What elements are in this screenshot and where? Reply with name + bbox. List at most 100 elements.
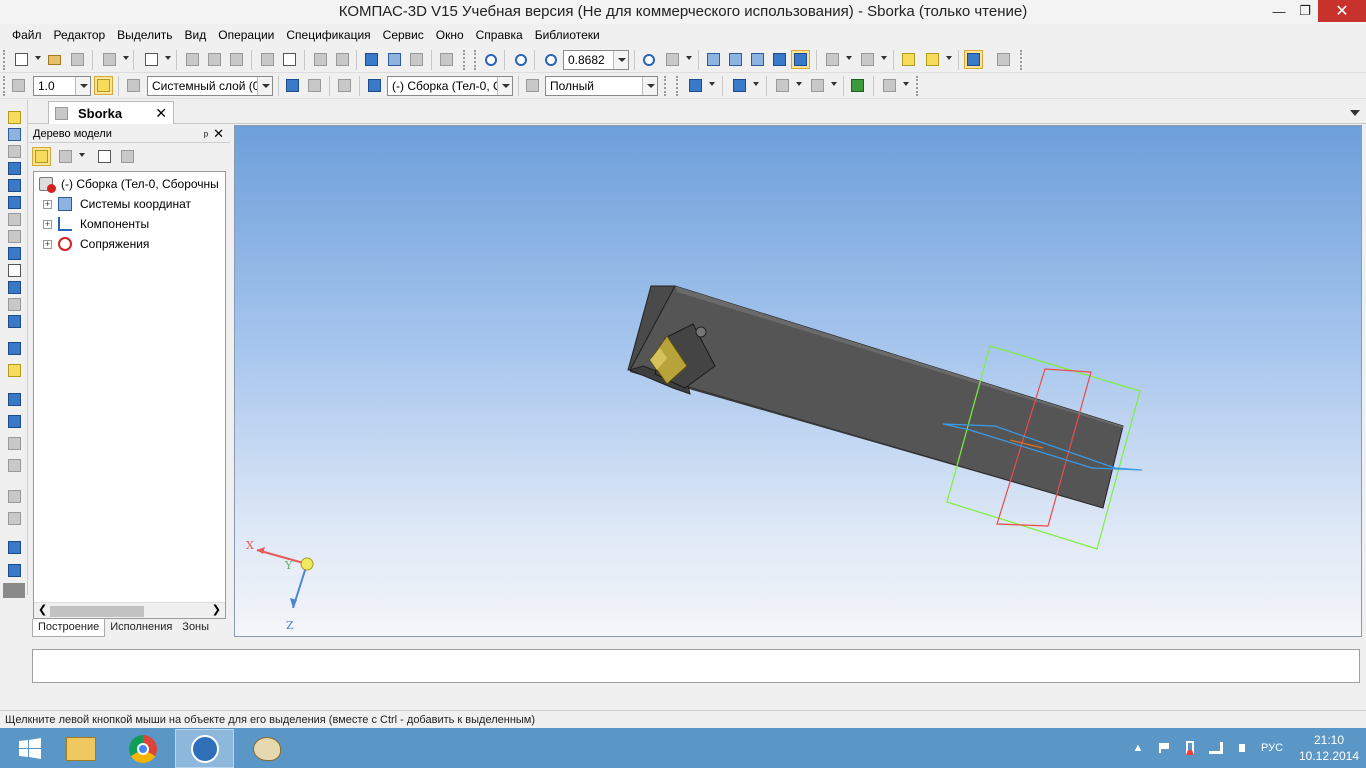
new-document-button[interactable] xyxy=(12,50,31,69)
rotate-button[interactable] xyxy=(639,50,658,69)
chevron-down-icon[interactable] xyxy=(709,82,715,86)
array-button[interactable] xyxy=(773,76,792,95)
tree-node-components[interactable]: + Компоненты xyxy=(43,215,149,233)
toolbar-grip[interactable] xyxy=(463,50,466,70)
show-hidden-icons-button[interactable]: ▲ xyxy=(1130,740,1146,756)
chevron-down-icon[interactable] xyxy=(613,51,628,69)
tree-options-button[interactable] xyxy=(95,147,114,166)
filter-button[interactable] xyxy=(823,50,842,69)
menu-view[interactable]: Вид xyxy=(179,28,213,42)
zoom-scale-button[interactable] xyxy=(541,50,560,69)
sheet-metal-tool[interactable] xyxy=(5,314,23,329)
model-viewport[interactable]: X Y Z xyxy=(234,125,1362,637)
toolbar-grip[interactable] xyxy=(3,50,6,70)
action-center-flag-icon[interactable] xyxy=(1156,740,1172,756)
scroll-left-arrow[interactable]: ❮ xyxy=(38,603,47,616)
layer-button[interactable] xyxy=(124,76,143,95)
zoom-tool[interactable] xyxy=(5,489,23,504)
cut-button[interactable] xyxy=(183,50,202,69)
annotation-button[interactable] xyxy=(880,76,899,95)
tree-node-mates[interactable]: + Сопряжения xyxy=(43,235,149,253)
component-insert-button[interactable] xyxy=(848,76,867,95)
chevron-down-icon[interactable] xyxy=(165,56,171,60)
taskbar-kompas[interactable] xyxy=(175,729,234,768)
open-button[interactable] xyxy=(45,50,64,69)
document-tab-close-button[interactable]: ✕ xyxy=(155,105,167,122)
preview-button[interactable] xyxy=(142,50,161,69)
menu-libraries[interactable]: Библиотеки xyxy=(529,28,606,42)
chevron-down-icon[interactable] xyxy=(75,77,90,95)
chevron-down-icon[interactable] xyxy=(123,56,129,60)
macro-tool[interactable] xyxy=(5,563,23,578)
chevron-down-icon[interactable] xyxy=(79,153,85,157)
tree-structure-button[interactable] xyxy=(32,147,51,166)
toolbar-grip[interactable] xyxy=(3,76,6,96)
copy-button[interactable] xyxy=(205,50,224,69)
model-3d-view[interactable]: X Y Z xyxy=(235,126,1362,637)
explode-tool[interactable] xyxy=(5,458,23,473)
chevron-down-icon[interactable] xyxy=(903,82,909,86)
line-style-button[interactable] xyxy=(9,76,28,95)
toolbar-grip[interactable] xyxy=(916,76,919,96)
display-options-button[interactable] xyxy=(858,50,877,69)
tab-list-chevron-icon[interactable] xyxy=(1350,110,1360,116)
tab-zones[interactable]: Зоны xyxy=(177,619,214,637)
chevron-down-icon[interactable] xyxy=(257,77,272,95)
mates-tool[interactable] xyxy=(5,212,23,227)
orientation-button[interactable] xyxy=(663,50,682,69)
paste-button[interactable] xyxy=(227,50,246,69)
menu-service[interactable]: Сервис xyxy=(377,28,430,42)
chevron-down-icon[interactable] xyxy=(35,56,41,60)
add-component-tool[interactable] xyxy=(5,341,23,356)
document-tab[interactable]: Sborka ✕ xyxy=(48,101,174,124)
tree-root-node[interactable]: (-) Сборка (Тел-0, Сборочны xyxy=(39,175,219,193)
create-component-tool[interactable] xyxy=(5,363,23,378)
scroll-thumb[interactable] xyxy=(50,606,144,617)
arrays-tool[interactable] xyxy=(5,178,23,193)
taskbar-chrome[interactable] xyxy=(113,729,172,768)
expand-toolbar-button[interactable] xyxy=(3,583,25,598)
dimensions-tool[interactable] xyxy=(5,229,23,244)
measure-button[interactable] xyxy=(994,50,1013,69)
edit-assembly-tool[interactable] xyxy=(5,110,23,125)
chevron-down-icon[interactable] xyxy=(881,56,887,60)
tree-button[interactable] xyxy=(385,50,404,69)
hidden-thin-button[interactable] xyxy=(748,50,767,69)
chevron-down-icon[interactable] xyxy=(831,82,837,86)
maximize-button[interactable]: ❐ xyxy=(1292,0,1318,22)
copy-properties-button[interactable] xyxy=(258,50,277,69)
input-language-indicator[interactable]: РУС xyxy=(1261,742,1283,754)
tab-construction[interactable]: Построение xyxy=(32,619,106,637)
help-button[interactable] xyxy=(437,50,456,69)
menu-edit[interactable]: Редактор xyxy=(48,28,112,42)
select-mode-button[interactable] xyxy=(964,50,983,69)
collision-tool[interactable] xyxy=(5,436,23,451)
move-component-tool[interactable] xyxy=(5,392,23,407)
taskbar-paint[interactable] xyxy=(237,729,296,768)
section-button[interactable] xyxy=(899,50,918,69)
tree-view-mode-button[interactable] xyxy=(56,147,75,166)
chevron-down-icon[interactable] xyxy=(946,56,952,60)
network-signal-icon[interactable] xyxy=(1208,740,1224,756)
tree-node-coordinate-systems[interactable]: + Системы координат xyxy=(43,195,191,213)
print-button[interactable] xyxy=(100,50,119,69)
zoom-window-button[interactable] xyxy=(481,50,500,69)
hidden-lines-button[interactable] xyxy=(726,50,745,69)
edit-component-button[interactable] xyxy=(365,76,384,95)
section-view-tool[interactable] xyxy=(5,511,23,526)
tree-export-button[interactable] xyxy=(118,147,137,166)
chevron-down-icon[interactable] xyxy=(796,82,802,86)
report-tool[interactable] xyxy=(5,280,23,295)
variables-button[interactable] xyxy=(407,50,426,69)
wireframe-button[interactable] xyxy=(704,50,723,69)
toolbar-grip[interactable] xyxy=(664,76,667,96)
toolbar-grip[interactable] xyxy=(1020,50,1023,70)
chevron-down-icon[interactable] xyxy=(846,56,852,60)
save-button[interactable] xyxy=(68,50,87,69)
solid-tool[interactable] xyxy=(5,127,23,142)
properties-panel[interactable] xyxy=(32,649,1360,683)
pin-icon[interactable]: ᵖ xyxy=(204,127,208,145)
distribute-button[interactable] xyxy=(808,76,827,95)
toolbar-grip[interactable] xyxy=(474,50,477,70)
component-select[interactable]: (-) Сборка (Тел-0, С xyxy=(387,76,513,96)
